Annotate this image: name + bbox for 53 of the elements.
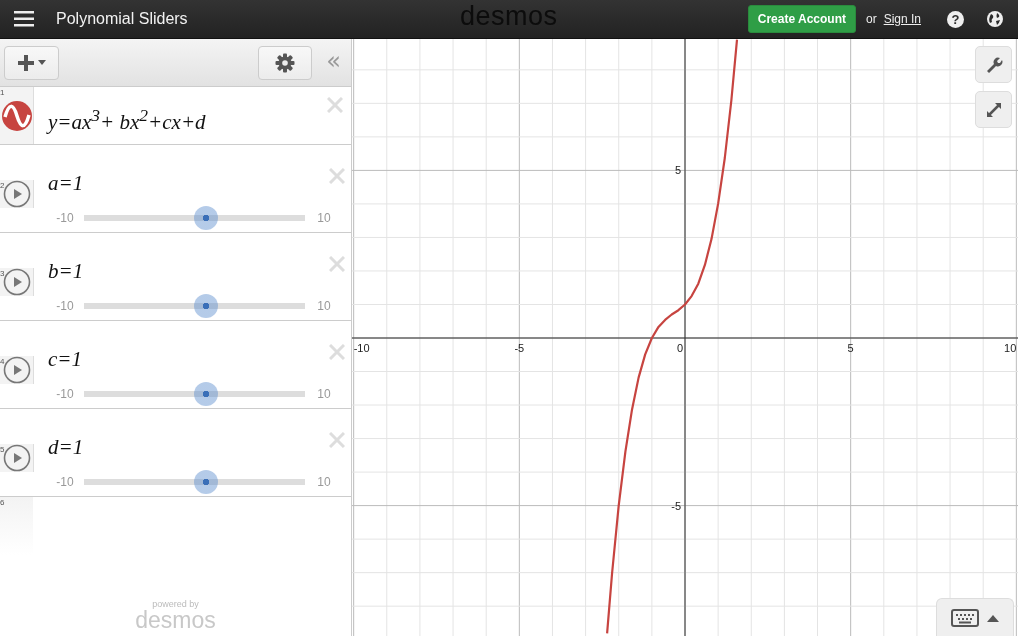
row-number: 3 [0, 268, 5, 278]
play-icon[interactable] [2, 443, 31, 472]
graph-settings-button[interactable] [975, 46, 1012, 83]
row-number: 1 [0, 88, 5, 97]
menu-icon[interactable] [14, 11, 34, 27]
x-tick-label: -5 [514, 342, 525, 354]
slider-thumb[interactable] [193, 293, 218, 318]
math-expression[interactable]: c=1 [48, 346, 82, 372]
slider-thumb[interactable] [193, 381, 218, 406]
slider-max: 10 [316, 386, 332, 401]
slider-min: -10 [55, 210, 75, 225]
slider-thumb[interactable] [193, 469, 218, 494]
wave-icon[interactable] [1, 100, 32, 131]
x-tick-label: 10 [1004, 342, 1017, 354]
graph-title: Polynomial Sliders [56, 10, 188, 28]
math-expression[interactable]: a=1 [48, 170, 84, 196]
keyboard-icon [951, 608, 979, 627]
math-expression[interactable]: b=1 [48, 258, 84, 284]
x-tick-label: -10 [353, 342, 370, 354]
powered-by-text: powered by [152, 600, 199, 609]
sign-in-link[interactable]: Sign In [883, 12, 921, 26]
or-text: or [865, 12, 877, 26]
plus-icon [17, 53, 34, 72]
help-icon[interactable]: ? [947, 10, 964, 28]
row-number: 4 [0, 356, 5, 366]
row-number: 5 [0, 444, 5, 454]
math-expression[interactable]: y=ax$^{3}$+ bx$^{2}$+cx+d [48, 105, 206, 135]
caret-icon [987, 613, 999, 622]
zoom-fit-button[interactable] [975, 91, 1012, 128]
caret-icon [37, 60, 46, 65]
slider-min: -10 [55, 474, 75, 489]
slider-max: 10 [316, 474, 332, 489]
x-tick-label: 5 [847, 342, 854, 354]
y-tick-label: 5 [674, 164, 681, 177]
math-expression[interactable]: d=1 [48, 434, 84, 460]
add-item-button[interactable] [4, 45, 59, 80]
row-number: 6 [0, 498, 5, 507]
play-icon[interactable] [2, 355, 31, 384]
x-tick-label: 0 [676, 342, 684, 354]
row-number: 2 [0, 180, 5, 190]
slider-max: 10 [316, 210, 332, 225]
resize-icon [984, 100, 1003, 119]
slider-min: -10 [55, 386, 75, 401]
slider-min: -10 [55, 298, 75, 313]
settings-button[interactable] [258, 45, 313, 80]
play-icon[interactable] [2, 267, 31, 296]
globe-icon[interactable] [986, 10, 1004, 28]
slider-max: 10 [316, 298, 332, 313]
play-icon[interactable] [2, 179, 31, 208]
graph-plot[interactable]: -10 -5 0 5 10 -5 5 [352, 39, 1018, 636]
keyboard-button[interactable] [936, 598, 1014, 636]
y-tick-label: -5 [671, 499, 681, 512]
slider-thumb[interactable] [193, 205, 218, 230]
